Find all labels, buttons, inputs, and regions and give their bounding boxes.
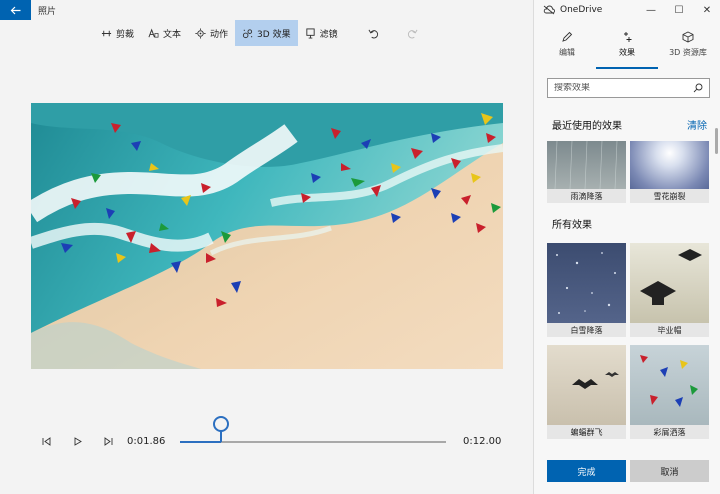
effect-caption: 雨滴降落 — [547, 189, 626, 203]
redo-button[interactable] — [400, 20, 425, 46]
tab-3d-library[interactable]: 3D 资源库 — [658, 26, 718, 70]
redo-icon — [407, 29, 418, 38]
effects-search-box[interactable] — [547, 78, 710, 98]
tab-edit-label: 编辑 — [559, 48, 575, 57]
filters-button[interactable]: 滤镜 — [298, 20, 345, 46]
recent-effects-heading: 最近使用的效果 — [552, 121, 622, 132]
effect-thumbnail — [547, 141, 626, 189]
effect-caption: 彩屑洒落 — [630, 425, 709, 439]
prev-frame-button[interactable] — [40, 435, 52, 447]
tab-effects-label: 效果 — [619, 48, 635, 57]
total-time: 0:12.00 — [463, 436, 502, 447]
filter-icon — [305, 27, 315, 39]
confetti-image — [640, 355, 698, 407]
effect-tile-raindrops[interactable]: 雨滴降落 — [547, 141, 626, 203]
effect-caption: 白雪降落 — [547, 323, 626, 337]
maximize-button[interactable]: ☐ — [665, 0, 693, 20]
effect-thumbnail — [630, 141, 709, 189]
app-title: 照片 — [38, 7, 57, 17]
effects-3d-label: 3D 效果 — [257, 29, 291, 40]
trim-button[interactable]: 剪裁 — [94, 20, 141, 46]
skip-forward-icon — [104, 436, 112, 446]
rain-image — [554, 141, 618, 189]
slider-stem — [220, 431, 223, 442]
timeline-progress — [180, 441, 222, 443]
sparkle-icon — [624, 32, 632, 42]
tab-edit[interactable]: 编辑 — [537, 26, 597, 70]
back-arrow-icon — [10, 6, 21, 14]
trim-icon — [101, 30, 112, 36]
text-label: 文本 — [163, 29, 182, 40]
tab-effects[interactable]: 效果 — [597, 26, 657, 70]
all-effects-heading: 所有效果 — [552, 220, 592, 231]
active-tab-indicator — [596, 67, 658, 69]
filters-label: 滤镜 — [319, 29, 338, 40]
graduation-cap-image — [640, 249, 702, 305]
effects-panel: OneDrive — ☐ ✕ 编辑 效果 3D 资源库 最近使用的效果 清除 雨… — [533, 0, 720, 494]
panel-window-title: OneDrive — [560, 5, 603, 15]
current-time: 0:01.86 — [127, 436, 166, 447]
close-icon: ✕ — [702, 4, 712, 16]
editor-toolbar: 剪裁 文本 动作 3D 效果 滤镜 — [94, 20, 425, 46]
effect-caption: 毕业帽 — [630, 323, 709, 337]
playback-controls: 0:01.86 0:12.00 — [30, 416, 510, 466]
trim-label: 剪裁 — [116, 29, 135, 40]
pencil-icon — [562, 31, 573, 42]
panel-title-bar: OneDrive — ☐ ✕ — [534, 0, 720, 20]
play-button[interactable] — [71, 435, 83, 447]
motion-icon — [195, 27, 206, 39]
clear-recent-link[interactable]: 清除 — [687, 117, 707, 132]
minimize-icon: — — [646, 4, 656, 16]
beach-scene-image — [31, 103, 503, 369]
effect-thumbnail — [630, 243, 709, 323]
effect-thumbnail — [630, 345, 709, 425]
photos-app: 照片 剪裁 文本 动作 3D 效果 滤镜 0:01.86 0:12.00 — [0, 0, 533, 494]
effects-3d-button[interactable]: 3D 效果 — [235, 20, 298, 46]
onedrive-sync-icon — [543, 5, 555, 15]
effect-tile-snowfall[interactable]: 白雪降落 — [547, 243, 626, 337]
tab-3d-library-label: 3D 资源库 — [669, 48, 707, 57]
title-bar: 照片 — [0, 0, 533, 20]
video-preview[interactable] — [31, 103, 503, 369]
text-icon — [148, 28, 159, 38]
back-button[interactable] — [0, 0, 31, 20]
effect-tile-snow-burst[interactable]: 雪花崩裂 — [630, 141, 709, 203]
skip-back-icon — [42, 436, 50, 446]
play-icon — [74, 436, 82, 446]
effect-tile-grad-cap[interactable]: 毕业帽 — [630, 243, 709, 337]
effect-tile-bats[interactable]: 蝙蝠群飞 — [547, 345, 626, 439]
snow-image — [556, 252, 616, 314]
bats-image — [572, 372, 619, 389]
panel-scrollbar[interactable] — [715, 128, 718, 154]
undo-icon — [368, 29, 378, 38]
search-icon[interactable] — [693, 83, 703, 93]
search-input[interactable] — [554, 83, 689, 93]
effect-tile-confetti[interactable]: 彩屑洒落 — [630, 345, 709, 439]
cube-icon — [682, 31, 694, 43]
next-frame-button[interactable] — [102, 435, 114, 447]
minimize-button[interactable]: — — [637, 0, 665, 20]
effect-thumbnail — [547, 243, 626, 323]
panel-tabs: 编辑 效果 3D 资源库 — [534, 26, 720, 70]
motion-button[interactable]: 动作 — [188, 20, 235, 46]
effect-caption: 蝙蝠群飞 — [547, 425, 626, 439]
effect-thumbnail — [547, 345, 626, 425]
undo-button[interactable] — [361, 20, 386, 46]
timeline-thumb[interactable] — [213, 416, 230, 432]
effects-3d-icon — [242, 28, 253, 38]
cancel-button[interactable]: 取消 — [630, 460, 709, 482]
motion-label: 动作 — [210, 29, 229, 40]
close-button[interactable]: ✕ — [693, 0, 720, 20]
maximize-icon: ☐ — [674, 4, 684, 16]
effect-caption: 雪花崩裂 — [630, 189, 709, 203]
text-button[interactable]: 文本 — [141, 20, 188, 46]
done-button[interactable]: 完成 — [547, 460, 626, 482]
